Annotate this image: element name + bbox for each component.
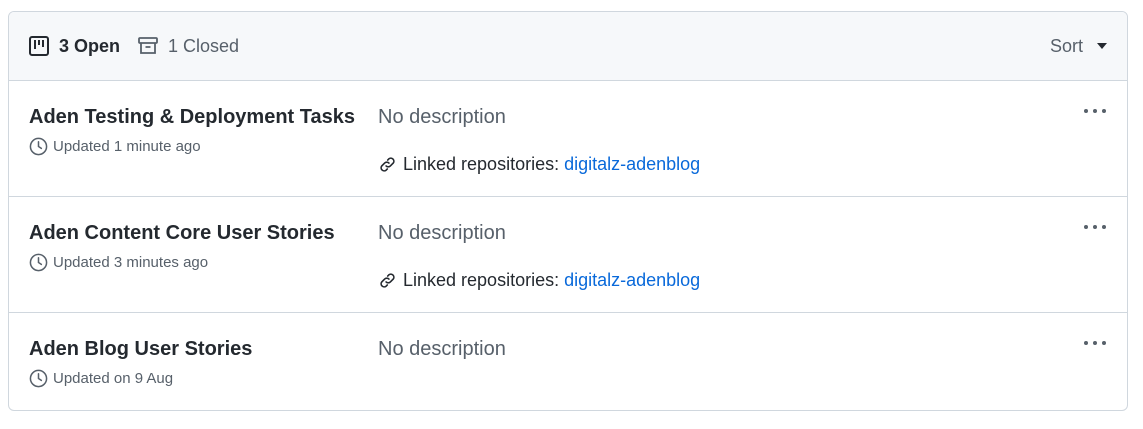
kebab-horizontal-icon[interactable]: [1083, 219, 1107, 235]
updated-text: Updated 1 minute ago: [53, 138, 201, 155]
project-title-link[interactable]: Aden Blog User Stories: [29, 338, 252, 361]
link-icon: [380, 273, 395, 288]
sort-label: Sort: [1049, 35, 1083, 56]
project-updated: Updated 3 minutes ago: [29, 253, 208, 272]
link-icon: [380, 157, 395, 172]
open-projects-label: 3 Open: [59, 35, 121, 56]
clock-icon: [29, 253, 48, 272]
project-updated: Updated 1 minute ago: [29, 137, 201, 156]
project-description: No description: [378, 222, 506, 244]
caret-down-icon: [1097, 43, 1107, 49]
project-row: Aden Content Core User Stories Updated 3…: [9, 197, 1127, 313]
projects-list-header: 3 Open 1 Closed Sort: [9, 12, 1127, 81]
kebab-horizontal-icon[interactable]: [1083, 103, 1107, 119]
archive-icon: [138, 37, 158, 54]
clock-icon: [29, 369, 48, 388]
linked-repositories-label: Linked repositories:: [403, 154, 560, 174]
project-description: No description: [378, 338, 506, 360]
projects-list-box: 3 Open 1 Closed Sort Aden Testing & Depl…: [8, 11, 1128, 411]
project-description: No description: [378, 106, 506, 128]
linked-repo-link[interactable]: digitalz-adenblog: [564, 154, 700, 175]
linked-repositories: Linked repositories: digitalz-adenblog: [378, 154, 700, 175]
project-row: Aden Blog User Stories Updated on 9 Aug …: [9, 313, 1127, 410]
updated-text: Updated 3 minutes ago: [53, 254, 209, 271]
open-projects-tab[interactable]: 3 Open: [29, 36, 120, 57]
closed-projects-label: 1 Closed: [168, 35, 240, 56]
sort-dropdown[interactable]: Sort: [1050, 36, 1107, 57]
project-row: Aden Testing & Deployment Tasks Updated …: [9, 81, 1127, 197]
linked-repositories-label: Linked repositories:: [403, 270, 560, 290]
project-updated: Updated on 9 Aug: [29, 369, 173, 388]
kebab-horizontal-icon[interactable]: [1083, 335, 1107, 351]
clock-icon: [29, 137, 48, 156]
linked-repo-link[interactable]: digitalz-adenblog: [564, 270, 700, 291]
closed-projects-tab[interactable]: 1 Closed: [138, 36, 239, 57]
project-title-link[interactable]: Aden Testing & Deployment Tasks: [29, 106, 355, 129]
project-icon: [29, 36, 49, 56]
updated-text: Updated on 9 Aug: [53, 370, 174, 387]
project-title-link[interactable]: Aden Content Core User Stories: [29, 222, 335, 245]
linked-repositories: Linked repositories: digitalz-adenblog: [378, 270, 700, 291]
